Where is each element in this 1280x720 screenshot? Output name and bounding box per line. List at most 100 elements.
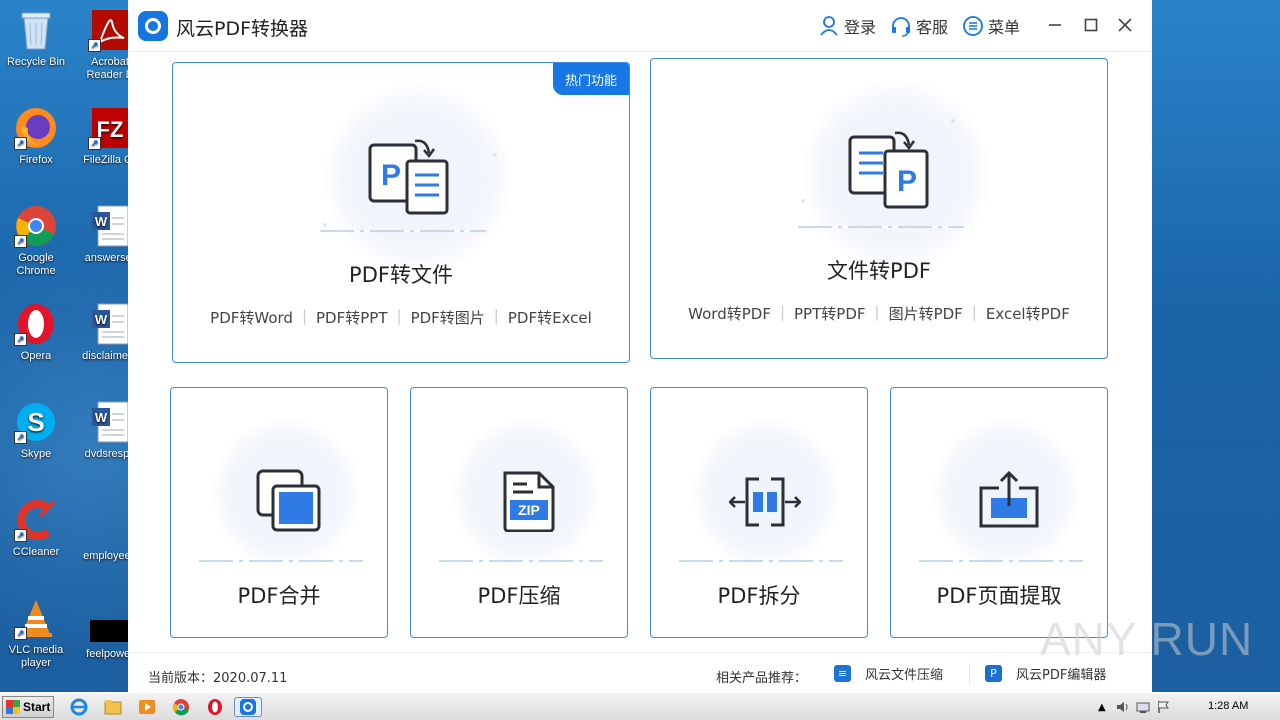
image-to-pdf-link[interactable]: 图片转PDF xyxy=(880,303,972,324)
start-button[interactable]: Start xyxy=(2,696,54,718)
black-file-icon xyxy=(88,600,132,644)
product-label: 风云PDF编辑器 xyxy=(1016,668,1107,683)
shortcut-arrow-icon: ↗ xyxy=(14,137,27,150)
desktop-icon-label: Skype xyxy=(20,448,52,460)
recycle-bin-icon xyxy=(14,8,58,52)
svg-text:W: W xyxy=(95,410,108,425)
login-button[interactable]: 登录 xyxy=(818,15,876,37)
pdf-split-icon xyxy=(729,477,801,527)
login-label: 登录 xyxy=(844,18,877,37)
card-links: Word转PDF | PPT转PDF | 图片转PDF | Excel转PDF xyxy=(651,303,1107,324)
word-to-pdf-link[interactable]: Word转PDF xyxy=(679,303,780,324)
menu-label: 菜单 xyxy=(988,18,1021,37)
word-document-icon: W xyxy=(88,302,132,346)
desktop-icon-label: VLC media player xyxy=(8,644,64,669)
decor-dash-line xyxy=(439,560,603,562)
decor-dash-line xyxy=(320,230,486,232)
taskbar-explorer[interactable] xyxy=(102,697,124,717)
skype-icon: S ↗ xyxy=(14,400,58,444)
pdf-to-ppt-link[interactable]: PDF转PPT xyxy=(307,307,396,328)
desktop-icon-ccleaner[interactable]: ↗ CCleaner xyxy=(0,498,72,559)
svg-text:S: S xyxy=(27,407,44,437)
desktop-icon-recycle-bin[interactable]: Recycle Bin xyxy=(0,8,72,69)
fengyun-pdf-editor-link[interactable]: P 风云PDF编辑器 xyxy=(985,664,1106,683)
speaker-icon[interactable] xyxy=(1116,700,1130,714)
compress-product-icon: ≡ xyxy=(834,665,851,682)
excel-to-pdf-link[interactable]: Excel转PDF xyxy=(977,303,1079,324)
pdf-compress-card[interactable]: ZIP PDF压缩 xyxy=(410,387,628,638)
taskbar: Start ▲ 1:28 AM xyxy=(0,692,1280,720)
app-title: 风云PDF转换器 xyxy=(176,18,309,40)
headset-icon xyxy=(892,17,910,37)
file-to-pdf-card[interactable]: P 文件转PDF Word转PDF | PPT转PDF | 图片转PDF | E… xyxy=(650,58,1108,359)
svg-text:W: W xyxy=(95,214,108,229)
taskbar-fengyun-pdf[interactable] xyxy=(234,697,262,717)
decor-dot xyxy=(801,199,805,203)
pdf-split-card[interactable]: PDF拆分 xyxy=(650,387,868,638)
menu-button[interactable]: 菜单 xyxy=(962,15,1020,37)
decor-dot xyxy=(493,153,497,157)
acrobat-icon: ↗ xyxy=(88,8,132,52)
action-center-flag-icon[interactable] xyxy=(1156,700,1170,714)
taskbar-chrome[interactable] xyxy=(170,697,192,717)
user-icon xyxy=(820,16,838,36)
menu-list-icon xyxy=(963,16,983,36)
desktop-icon-chrome[interactable]: ↗ Google Chrome xyxy=(0,204,72,278)
network-icon[interactable] xyxy=(1136,700,1150,714)
pdf-page-extract-card[interactable]: PDF页面提取 xyxy=(890,387,1108,638)
pdf-editor-product-icon: P xyxy=(985,665,1002,682)
taskbar-opera[interactable] xyxy=(204,697,226,717)
close-icon xyxy=(1118,18,1132,32)
pdf-to-word-link[interactable]: PDF转Word xyxy=(201,307,302,328)
pdf-to-file-card[interactable]: 热门功能 P PDF转文件 PDF转Word | PDF转PPT | PDF转图… xyxy=(172,62,630,363)
folder-icon xyxy=(104,700,122,715)
pdf-to-image-link[interactable]: PDF转图片 xyxy=(402,307,494,328)
opera-icon xyxy=(208,699,222,715)
taskbar-ie[interactable] xyxy=(68,697,90,717)
taskbar-clock[interactable]: 1:28 AM xyxy=(1208,700,1248,712)
customer-service-button[interactable]: 客服 xyxy=(890,15,948,37)
shortcut-arrow-icon: ↗ xyxy=(88,39,101,52)
minimize-button[interactable] xyxy=(1042,12,1068,38)
close-button[interactable] xyxy=(1112,12,1138,38)
desktop-icon-opera[interactable]: ↗ Opera xyxy=(0,302,72,363)
shortcut-arrow-icon: ↗ xyxy=(14,627,27,640)
word-document-icon: W xyxy=(88,204,132,248)
page-extract-icon xyxy=(979,470,1039,528)
decor-dot xyxy=(951,119,955,123)
zip-file-icon: ZIP xyxy=(503,471,555,532)
footer: 当前版本：2020.07.11 相关产品推荐： ≡ 风云文件压缩 P 风云PDF… xyxy=(128,652,1152,692)
svg-text:W: W xyxy=(95,312,108,327)
pdf-to-excel-link[interactable]: PDF转Excel xyxy=(499,307,601,328)
fengyun-pdf-icon xyxy=(240,699,256,715)
ppt-to-pdf-link[interactable]: PPT转PDF xyxy=(785,303,874,324)
svg-text:ZIP: ZIP xyxy=(518,502,540,518)
chrome-icon xyxy=(173,699,189,716)
ccleaner-icon: ↗ xyxy=(14,498,58,542)
card-title: PDF压缩 xyxy=(477,584,561,608)
tray-expand-icon[interactable]: ▲ xyxy=(1098,702,1106,713)
filezilla-icon: FZ ↗ xyxy=(88,106,132,150)
vlc-icon: ↗ xyxy=(14,596,58,640)
desktop-icon-label: Firefox xyxy=(19,154,53,166)
card-title: 文件转PDF xyxy=(827,259,931,283)
desktop-icon-label: Google Chrome xyxy=(16,252,56,277)
desktop-icon-label: Recycle Bin xyxy=(6,56,66,68)
internet-explorer-icon xyxy=(70,698,88,716)
maximize-button[interactable] xyxy=(1078,12,1104,38)
pdf-merge-card[interactable]: PDF合并 xyxy=(170,387,388,638)
shortcut-arrow-icon: ↗ xyxy=(88,137,101,150)
windows-logo-icon xyxy=(6,700,20,714)
version-text: 当前版本：2020.07.11 xyxy=(148,671,288,686)
taskbar-media-player[interactable] xyxy=(136,697,158,717)
svg-text:P: P xyxy=(381,159,401,192)
desktop-icon-skype[interactable]: S ↗ Skype xyxy=(0,400,72,461)
app-logo-icon xyxy=(138,11,168,41)
desktop-icon-firefox[interactable]: ↗ Firefox xyxy=(0,106,72,167)
word-document-icon: W xyxy=(88,400,132,444)
chrome-icon: ↗ xyxy=(14,204,58,248)
decor-dash-line xyxy=(199,560,363,562)
desktop-icon-vlc[interactable]: ↗ VLC media player xyxy=(0,596,72,670)
card-links: PDF转Word | PDF转PPT | PDF转图片 | PDF转Excel xyxy=(173,307,629,328)
fengyun-compress-link[interactable]: ≡ 风云文件压缩 xyxy=(834,664,943,683)
